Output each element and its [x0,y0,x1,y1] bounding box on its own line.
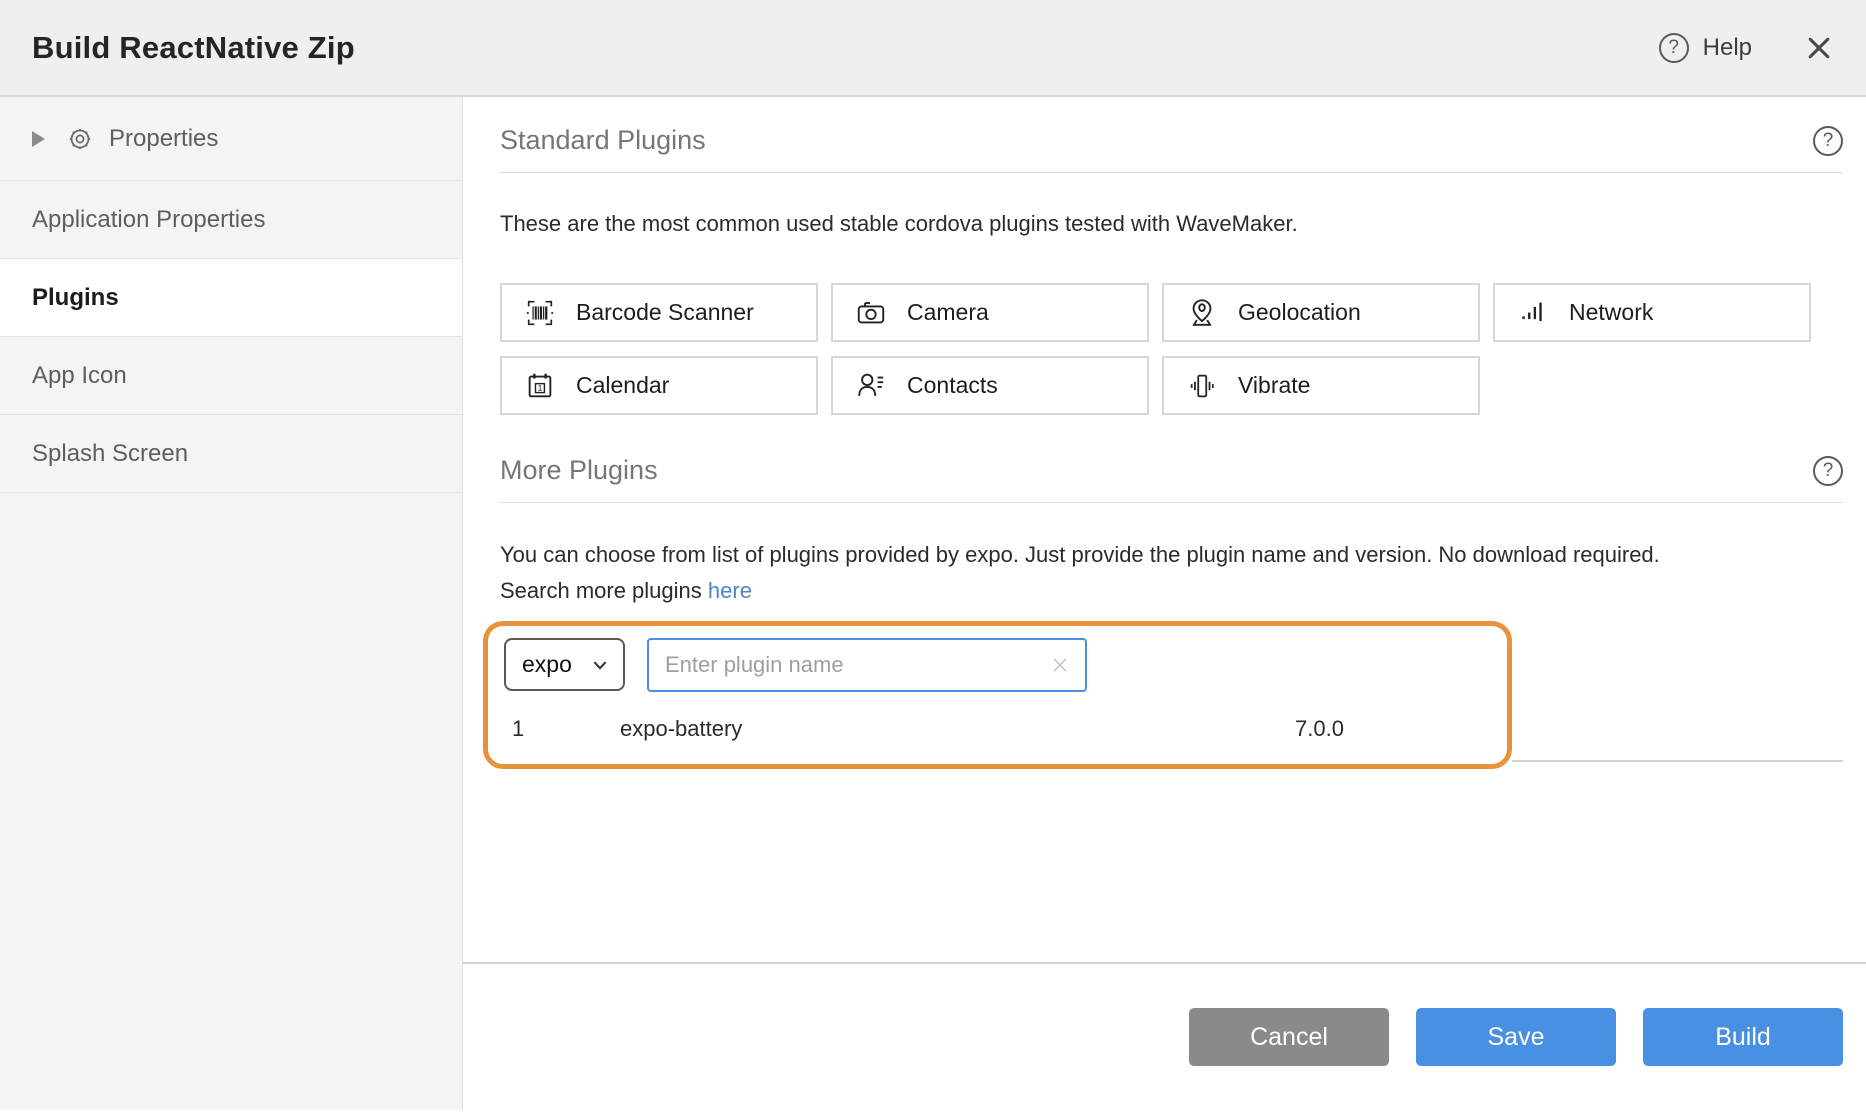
sidebar: Properties Application Properties Plugin… [0,97,463,1110]
plugin-card-calendar[interactable]: 1 Calendar [500,356,818,415]
plugin-card-contacts[interactable]: Contacts [831,356,1149,415]
footer-buttons: Cancel Save Build [500,1008,1843,1066]
sidebar-item-properties[interactable]: Properties [0,97,462,181]
plugin-name-input-wrap [647,638,1087,692]
search-more-text: Search more plugins [500,578,708,603]
plugin-card-label: Vibrate [1238,372,1310,399]
footer-divider [463,962,1866,964]
cancel-button[interactable]: Cancel [1189,1008,1389,1066]
build-button[interactable]: Build [1643,1008,1843,1066]
more-plugins-title: More Plugins [500,455,658,486]
plugin-card-barcode-scanner[interactable]: Barcode Scanner [500,283,818,342]
plugin-card-vibrate[interactable]: Vibrate [1162,356,1480,415]
plugin-row-version: 7.0.0 [1295,716,1344,742]
plugin-card-label: Calendar [576,372,669,399]
standard-plugins-grid: Barcode Scanner Camera [500,283,1830,415]
calendar-icon: 1 [524,370,556,402]
help-label[interactable]: Help [1703,34,1752,62]
standard-plugins-help-icon[interactable]: ? [1813,126,1843,156]
more-plugins-help-icon[interactable]: ? [1813,456,1843,486]
camera-icon [855,297,887,329]
more-plugins-header: More Plugins ? [500,455,1843,503]
plugin-card-geolocation[interactable]: Geolocation [1162,283,1480,342]
question-glyph: ? [1823,460,1834,482]
calendar-day-number: 1 [538,382,543,392]
plugin-name-input[interactable] [651,652,1049,678]
plugin-provider-select[interactable]: expo [504,638,625,691]
sidebar-item-label: Properties [109,125,218,153]
plugin-row-index: 1 [512,716,620,742]
sidebar-item-label: Splash Screen [32,440,188,468]
standard-plugins-title: Standard Plugins [500,125,706,156]
plugin-card-label: Network [1569,299,1653,326]
expo-plugins-panel: expo 1 expo-battery 7.0.0 [483,621,1512,769]
contacts-icon [855,370,887,402]
more-plugins-description-text: You can choose from list of plugins prov… [500,542,1660,567]
plugin-table-row: 1 expo-battery 7.0.0 [488,716,1507,742]
search-more-link[interactable]: here [708,578,752,603]
sidebar-item-label: Application Properties [32,206,265,234]
chevron-down-icon [591,656,609,674]
provider-selected-value: expo [522,651,572,678]
save-button[interactable]: Save [1416,1008,1616,1066]
sidebar-item-application-properties[interactable]: Application Properties [0,181,462,259]
row-divider [1512,760,1843,762]
barcode-icon [524,297,556,329]
standard-plugins-header: Standard Plugins ? [500,125,1843,173]
clear-input-icon[interactable] [1049,654,1071,676]
plugin-card-network[interactable]: Network [1493,283,1811,342]
network-icon [1517,297,1549,329]
plugin-card-label: Barcode Scanner [576,299,754,326]
main-content: Standard Plugins ? These are the most co… [463,97,1866,1110]
page-title: Build ReactNative Zip [32,30,355,66]
question-glyph: ? [1668,37,1679,59]
dialog-header: Build ReactNative Zip ? Help [0,0,1866,97]
sidebar-item-label: Plugins [32,284,119,312]
gear-icon [67,126,93,152]
question-glyph: ? [1823,130,1834,152]
geolocation-icon [1186,297,1218,329]
standard-plugins-description: These are the most common used stable co… [500,211,1843,237]
sidebar-item-splash-screen[interactable]: Splash Screen [0,415,462,493]
help-icon[interactable]: ? [1659,33,1689,63]
sidebar-item-plugins[interactable]: Plugins [0,259,462,337]
plugin-card-camera[interactable]: Camera [831,283,1149,342]
close-icon[interactable] [1804,33,1834,63]
plugin-card-label: Camera [907,299,989,326]
sidebar-item-label: App Icon [32,362,127,390]
plugin-card-label: Contacts [907,372,998,399]
plugin-row-name: expo-battery [620,716,1295,742]
sidebar-item-app-icon[interactable]: App Icon [0,337,462,415]
vibrate-icon [1186,370,1218,402]
plugin-card-label: Geolocation [1238,299,1361,326]
more-plugins-description: You can choose from list of plugins prov… [500,537,1843,609]
expand-arrow-icon [32,131,45,147]
expo-controls: expo [504,638,1507,692]
